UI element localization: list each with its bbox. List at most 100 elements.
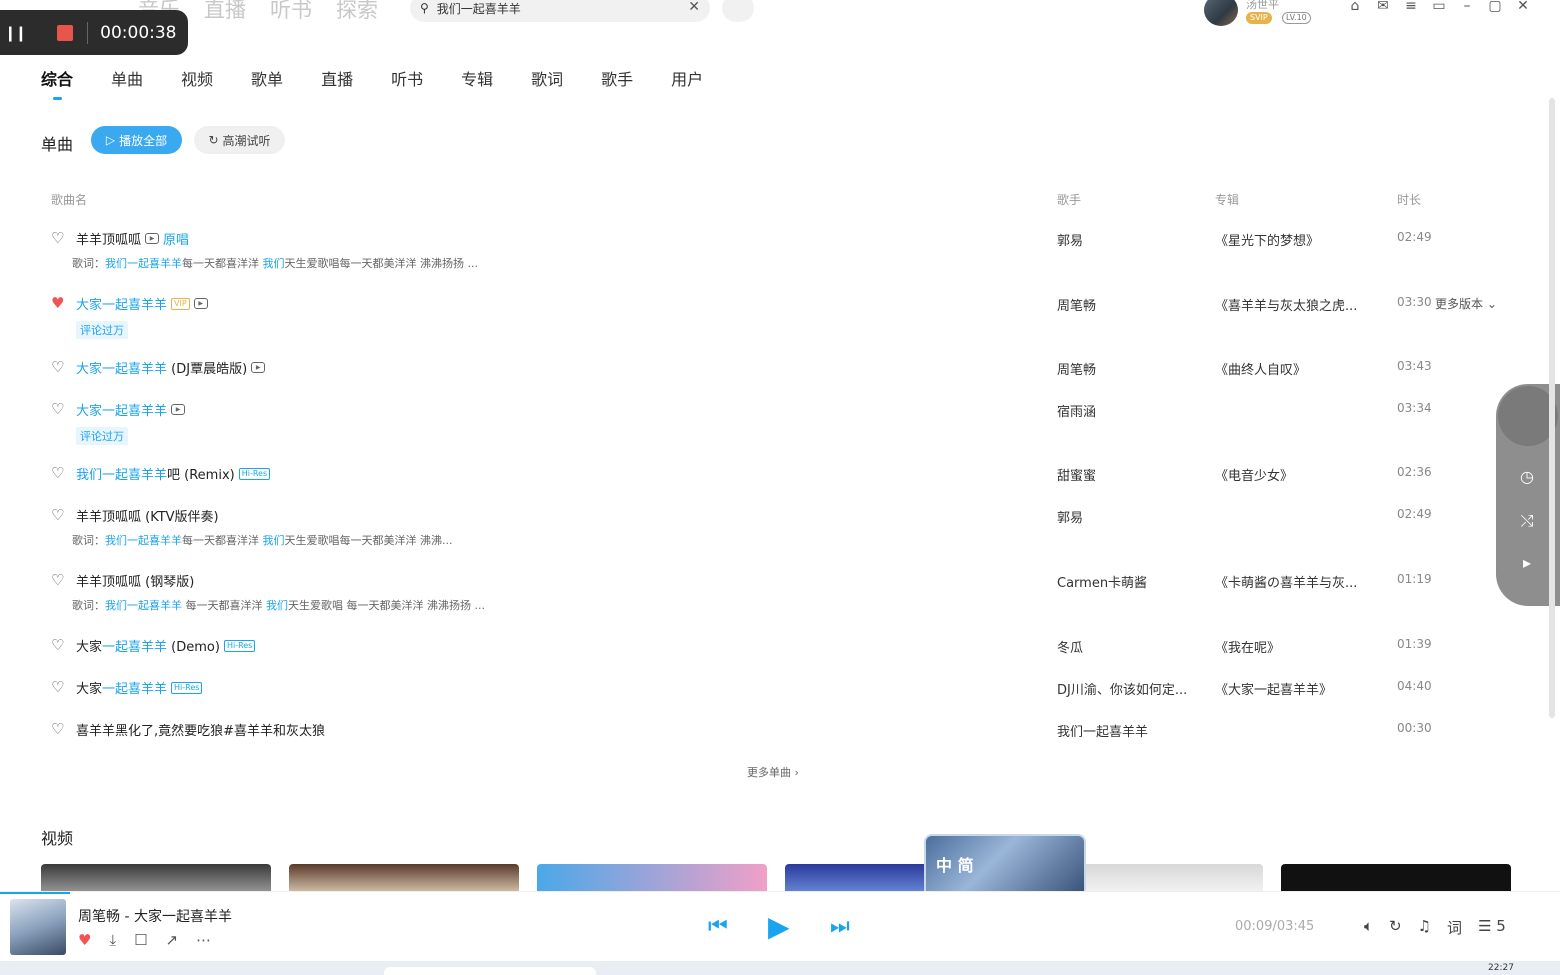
tab-all[interactable]: 综合 xyxy=(41,66,73,100)
lyrics-button[interactable]: 词 xyxy=(1447,917,1462,938)
like-icon[interactable]: ♡ xyxy=(51,400,64,418)
tab-albums[interactable]: 专辑 xyxy=(461,66,493,98)
song-title[interactable]: 羊羊顶呱呱 (钢琴版) xyxy=(76,571,194,590)
more-songs-link[interactable]: 更多单曲 › xyxy=(747,764,799,780)
taskbar-search[interactable] xyxy=(384,967,596,975)
like-icon[interactable]: ♡ xyxy=(51,636,64,654)
song-row[interactable]: ♡ 大家一起喜羊羊 (Demo) Hi-Res 冬瓜 《我在呢》 01:39 xyxy=(0,636,1540,676)
shuffle-icon[interactable]: ⤭ xyxy=(1516,510,1538,532)
comment-icon[interactable]: ☐ xyxy=(134,931,147,949)
download-icon[interactable]: ⤓ xyxy=(109,931,116,949)
song-title[interactable]: 喜羊羊黑化了,竟然要吃狼#喜羊羊和灰太狼 xyxy=(76,720,325,739)
repeat-icon[interactable]: ↻ xyxy=(1389,917,1402,938)
song-artist[interactable]: 冬瓜 xyxy=(1057,637,1083,656)
like-icon[interactable]: ♥ xyxy=(51,294,64,312)
song-title[interactable]: 羊羊顶呱呱 (KTV版伴奏) xyxy=(76,506,219,525)
hot-comment-badge[interactable]: 评论过万 xyxy=(76,427,128,445)
original-link[interactable]: 原唱 xyxy=(163,229,189,248)
like-icon[interactable]: ♡ xyxy=(51,358,64,376)
nav-live[interactable]: 直播 xyxy=(204,0,246,24)
song-row[interactable]: ♡ 喜羊羊黑化了,竟然要吃狼#喜羊羊和灰太狼 我们一起喜羊羊 00:30 xyxy=(0,720,1540,760)
scrollbar[interactable] xyxy=(1549,98,1555,718)
minimize-icon[interactable]: – xyxy=(1460,0,1474,14)
like-icon[interactable]: ♥ xyxy=(78,931,91,949)
play-queue-icon[interactable]: ▸ xyxy=(1516,552,1538,574)
highlight-preview-button[interactable]: ↻ 高潮试听 xyxy=(194,126,285,154)
video-thumbnail[interactable] xyxy=(1281,864,1511,894)
song-artist[interactable]: 周笔畅 xyxy=(1057,295,1096,314)
hot-comment-badge[interactable]: 评论过万 xyxy=(76,321,128,339)
menu-icon[interactable]: ≡ xyxy=(1404,0,1418,14)
mv-icon[interactable]: ▶ xyxy=(171,404,186,415)
song-artist[interactable]: 周笔畅 xyxy=(1057,359,1096,378)
song-title[interactable]: 大家一起喜羊羊 VIP ▶ xyxy=(76,294,208,313)
song-title[interactable]: 我们一起喜羊羊吧 (Remix) Hi-Res xyxy=(76,464,271,483)
song-row[interactable]: ♡ 大家一起喜羊羊 Hi-Res DJ川渝、你该如何定... 《大家一起喜羊羊》 04:4… xyxy=(0,678,1540,718)
song-artist[interactable]: 宿雨涵 xyxy=(1057,401,1096,420)
song-artist[interactable]: 我们一起喜羊羊 xyxy=(1057,721,1148,740)
song-title[interactable]: 大家一起喜羊羊 ▶ xyxy=(76,400,186,419)
song-album[interactable]: 《我在呢》 xyxy=(1215,637,1280,656)
tab-playlists[interactable]: 歌单 xyxy=(251,66,283,98)
like-icon[interactable]: ♡ xyxy=(51,720,64,738)
song-title[interactable]: 大家一起喜羊羊 (DJ覃晨皓版) ▶ xyxy=(76,358,266,377)
share-icon[interactable]: ↗ xyxy=(166,931,179,949)
avatar[interactable] xyxy=(1204,0,1238,26)
like-icon[interactable]: ♡ xyxy=(51,571,64,589)
like-icon[interactable]: ♡ xyxy=(51,464,64,482)
skin-icon[interactable]: ⌂ xyxy=(1348,0,1362,14)
clear-search-icon[interactable]: ✕ xyxy=(688,0,700,15)
tab-users[interactable]: 用户 xyxy=(671,66,703,98)
tab-artists[interactable]: 歌手 xyxy=(601,66,633,98)
video-thumbnail[interactable] xyxy=(537,864,767,894)
sound-effect-icon[interactable]: ♫ xyxy=(1418,917,1431,938)
like-icon[interactable]: ♡ xyxy=(51,506,64,524)
close-icon[interactable]: ✕ xyxy=(1516,0,1530,14)
mv-icon[interactable]: ▶ xyxy=(251,362,266,373)
song-album[interactable]: 《卡萌酱の喜羊羊与灰... xyxy=(1215,572,1357,591)
playback-progress[interactable] xyxy=(0,892,70,894)
more-versions-button[interactable]: 更多版本 ⌄ xyxy=(1435,295,1497,312)
history-icon[interactable]: ◷ xyxy=(1516,466,1538,488)
song-artist[interactable]: 郭易 xyxy=(1057,507,1083,526)
tab-songs[interactable]: 单曲 xyxy=(111,66,143,98)
user-name[interactable]: 汤世平 xyxy=(1246,0,1279,12)
mini-mode-icon[interactable]: ▭ xyxy=(1432,0,1446,14)
song-row[interactable]: ♡ 大家一起喜羊羊 ▶ 评论过万 宿雨涵 03:34 xyxy=(0,400,1540,445)
mail-icon[interactable]: ✉ xyxy=(1376,0,1390,14)
song-row[interactable]: ♡ 大家一起喜羊羊 (DJ覃晨皓版) ▶ 周笔畅 《曲终人自叹》 03:43 xyxy=(0,358,1540,398)
like-icon[interactable]: ♡ xyxy=(51,678,64,696)
song-row[interactable]: ♥ 大家一起喜羊羊 VIP ▶ 评论过万 周笔畅 《喜羊羊与灰太狼之虎... 03:30 更多版… xyxy=(0,294,1540,339)
song-row[interactable]: ♡ 我们一起喜羊羊吧 (Remix) Hi-Res 甜蜜蜜 《电音少女》 02:36 xyxy=(0,464,1540,504)
tab-videos[interactable]: 视频 xyxy=(181,66,213,98)
tab-live[interactable]: 直播 xyxy=(321,66,353,98)
song-artist[interactable]: 郭易 xyxy=(1057,230,1083,249)
next-track-icon[interactable]: ⏭ xyxy=(830,914,850,939)
voice-search-button[interactable] xyxy=(722,0,754,22)
play-all-button[interactable]: ▷ 播放全部 xyxy=(91,126,182,154)
nav-audiobook[interactable]: 听书 xyxy=(270,0,312,24)
video-thumbnail[interactable] xyxy=(289,864,519,894)
like-icon[interactable]: ♡ xyxy=(51,229,64,247)
song-title[interactable]: 大家一起喜羊羊 (Demo) Hi-Res xyxy=(76,636,256,655)
album-cover[interactable] xyxy=(10,899,66,955)
song-row[interactable]: ♡ 羊羊顶呱呱 ▶ 原唱 歌词：我们一起喜羊羊每一天都喜洋洋 我们天生爱歌唱每一天都美洋… xyxy=(0,229,1540,270)
song-row[interactable]: ♡ 羊羊顶呱呱 (KTV版伴奏) 歌词：我们一起喜羊羊每一天都喜洋洋 我们天生爱歌唱… xyxy=(0,506,1540,547)
volume-icon[interactable]: 🔈︎ xyxy=(1364,917,1373,938)
song-title[interactable]: 大家一起喜羊羊 Hi-Res xyxy=(76,678,203,697)
pause-recording-icon[interactable]: ❙❙ xyxy=(4,24,27,42)
song-row[interactable]: ♡ 羊羊顶呱呱 (钢琴版) 歌词：我们一起喜羊羊 每一天都喜洋洋 我们天生爱歌唱 每… xyxy=(0,571,1540,612)
stop-recording-button[interactable] xyxy=(57,24,74,41)
maximize-icon[interactable]: ▢ xyxy=(1488,0,1502,14)
song-artist[interactable]: Carmen卡萌酱 xyxy=(1057,572,1147,591)
song-title[interactable]: 羊羊顶呱呱 ▶ 原唱 xyxy=(76,229,189,248)
video-thumbnail[interactable] xyxy=(41,864,271,894)
song-album[interactable]: 《喜羊羊与灰太狼之虎... xyxy=(1215,295,1357,314)
song-album[interactable]: 《大家一起喜羊羊》 xyxy=(1215,679,1332,698)
previous-track-icon[interactable]: ⏮ xyxy=(708,914,728,939)
now-playing-title[interactable]: 周笔畅 - 大家一起喜羊羊 xyxy=(78,906,232,926)
song-artist[interactable]: 甜蜜蜜 xyxy=(1057,465,1096,484)
nav-explore[interactable]: 探索 xyxy=(336,0,378,24)
song-album[interactable]: 《曲终人自叹》 xyxy=(1215,359,1306,378)
mv-icon[interactable]: ▶ xyxy=(145,233,160,244)
